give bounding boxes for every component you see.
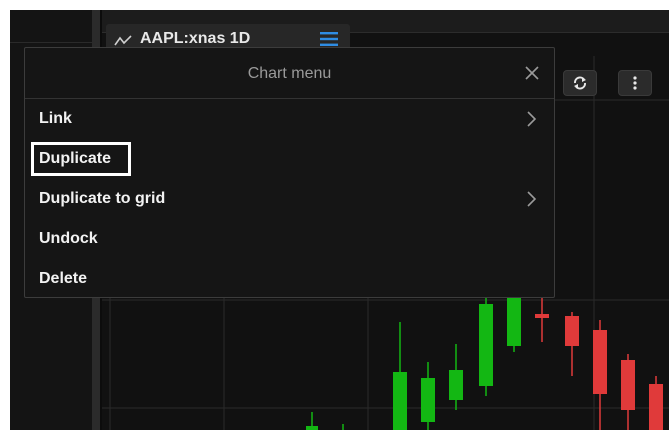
menu-item-label: Duplicate	[39, 150, 112, 167]
menu-item-delete[interactable]: Delete	[25, 260, 554, 298]
menu-item-label: Duplicate to grid	[39, 190, 166, 207]
screen-edge-top	[0, 0, 669, 10]
chevron-right-icon	[527, 191, 537, 207]
menu-item-link[interactable]: Link	[25, 100, 554, 138]
refresh-icon	[574, 76, 586, 90]
menu-item-label: Link	[39, 110, 72, 127]
screen-edge-left	[0, 0, 10, 434]
hamburger-menu-icon[interactable]	[320, 32, 338, 46]
candles-down	[535, 296, 663, 430]
refresh-button[interactable]	[563, 70, 597, 96]
line-chart-icon	[114, 35, 132, 46]
chart-menu-title: Chart menu	[247, 65, 332, 82]
screen-edge-bottom	[0, 430, 669, 434]
menu-item-duplicate-to-grid[interactable]: Duplicate to grid	[25, 180, 554, 218]
menu-item-label: Delete	[39, 270, 88, 287]
chevron-right-icon	[527, 111, 537, 127]
menu-item-undock[interactable]: Undock	[25, 220, 554, 258]
more-options-button[interactable]	[618, 70, 652, 96]
chart-tab-title: AAPL:xnas 1D	[140, 30, 251, 47]
close-icon[interactable]	[521, 62, 543, 84]
chart-menu-header: Chart menu	[25, 48, 554, 99]
more-vertical-icon	[633, 76, 637, 90]
left-panel-divider	[10, 42, 92, 43]
candles-up	[306, 292, 521, 430]
chart-menu: Chart menu Link Duplicate Duplicate to g…	[24, 47, 555, 298]
menu-item-duplicate[interactable]: Duplicate	[25, 140, 554, 178]
menu-item-label: Undock	[39, 230, 98, 247]
